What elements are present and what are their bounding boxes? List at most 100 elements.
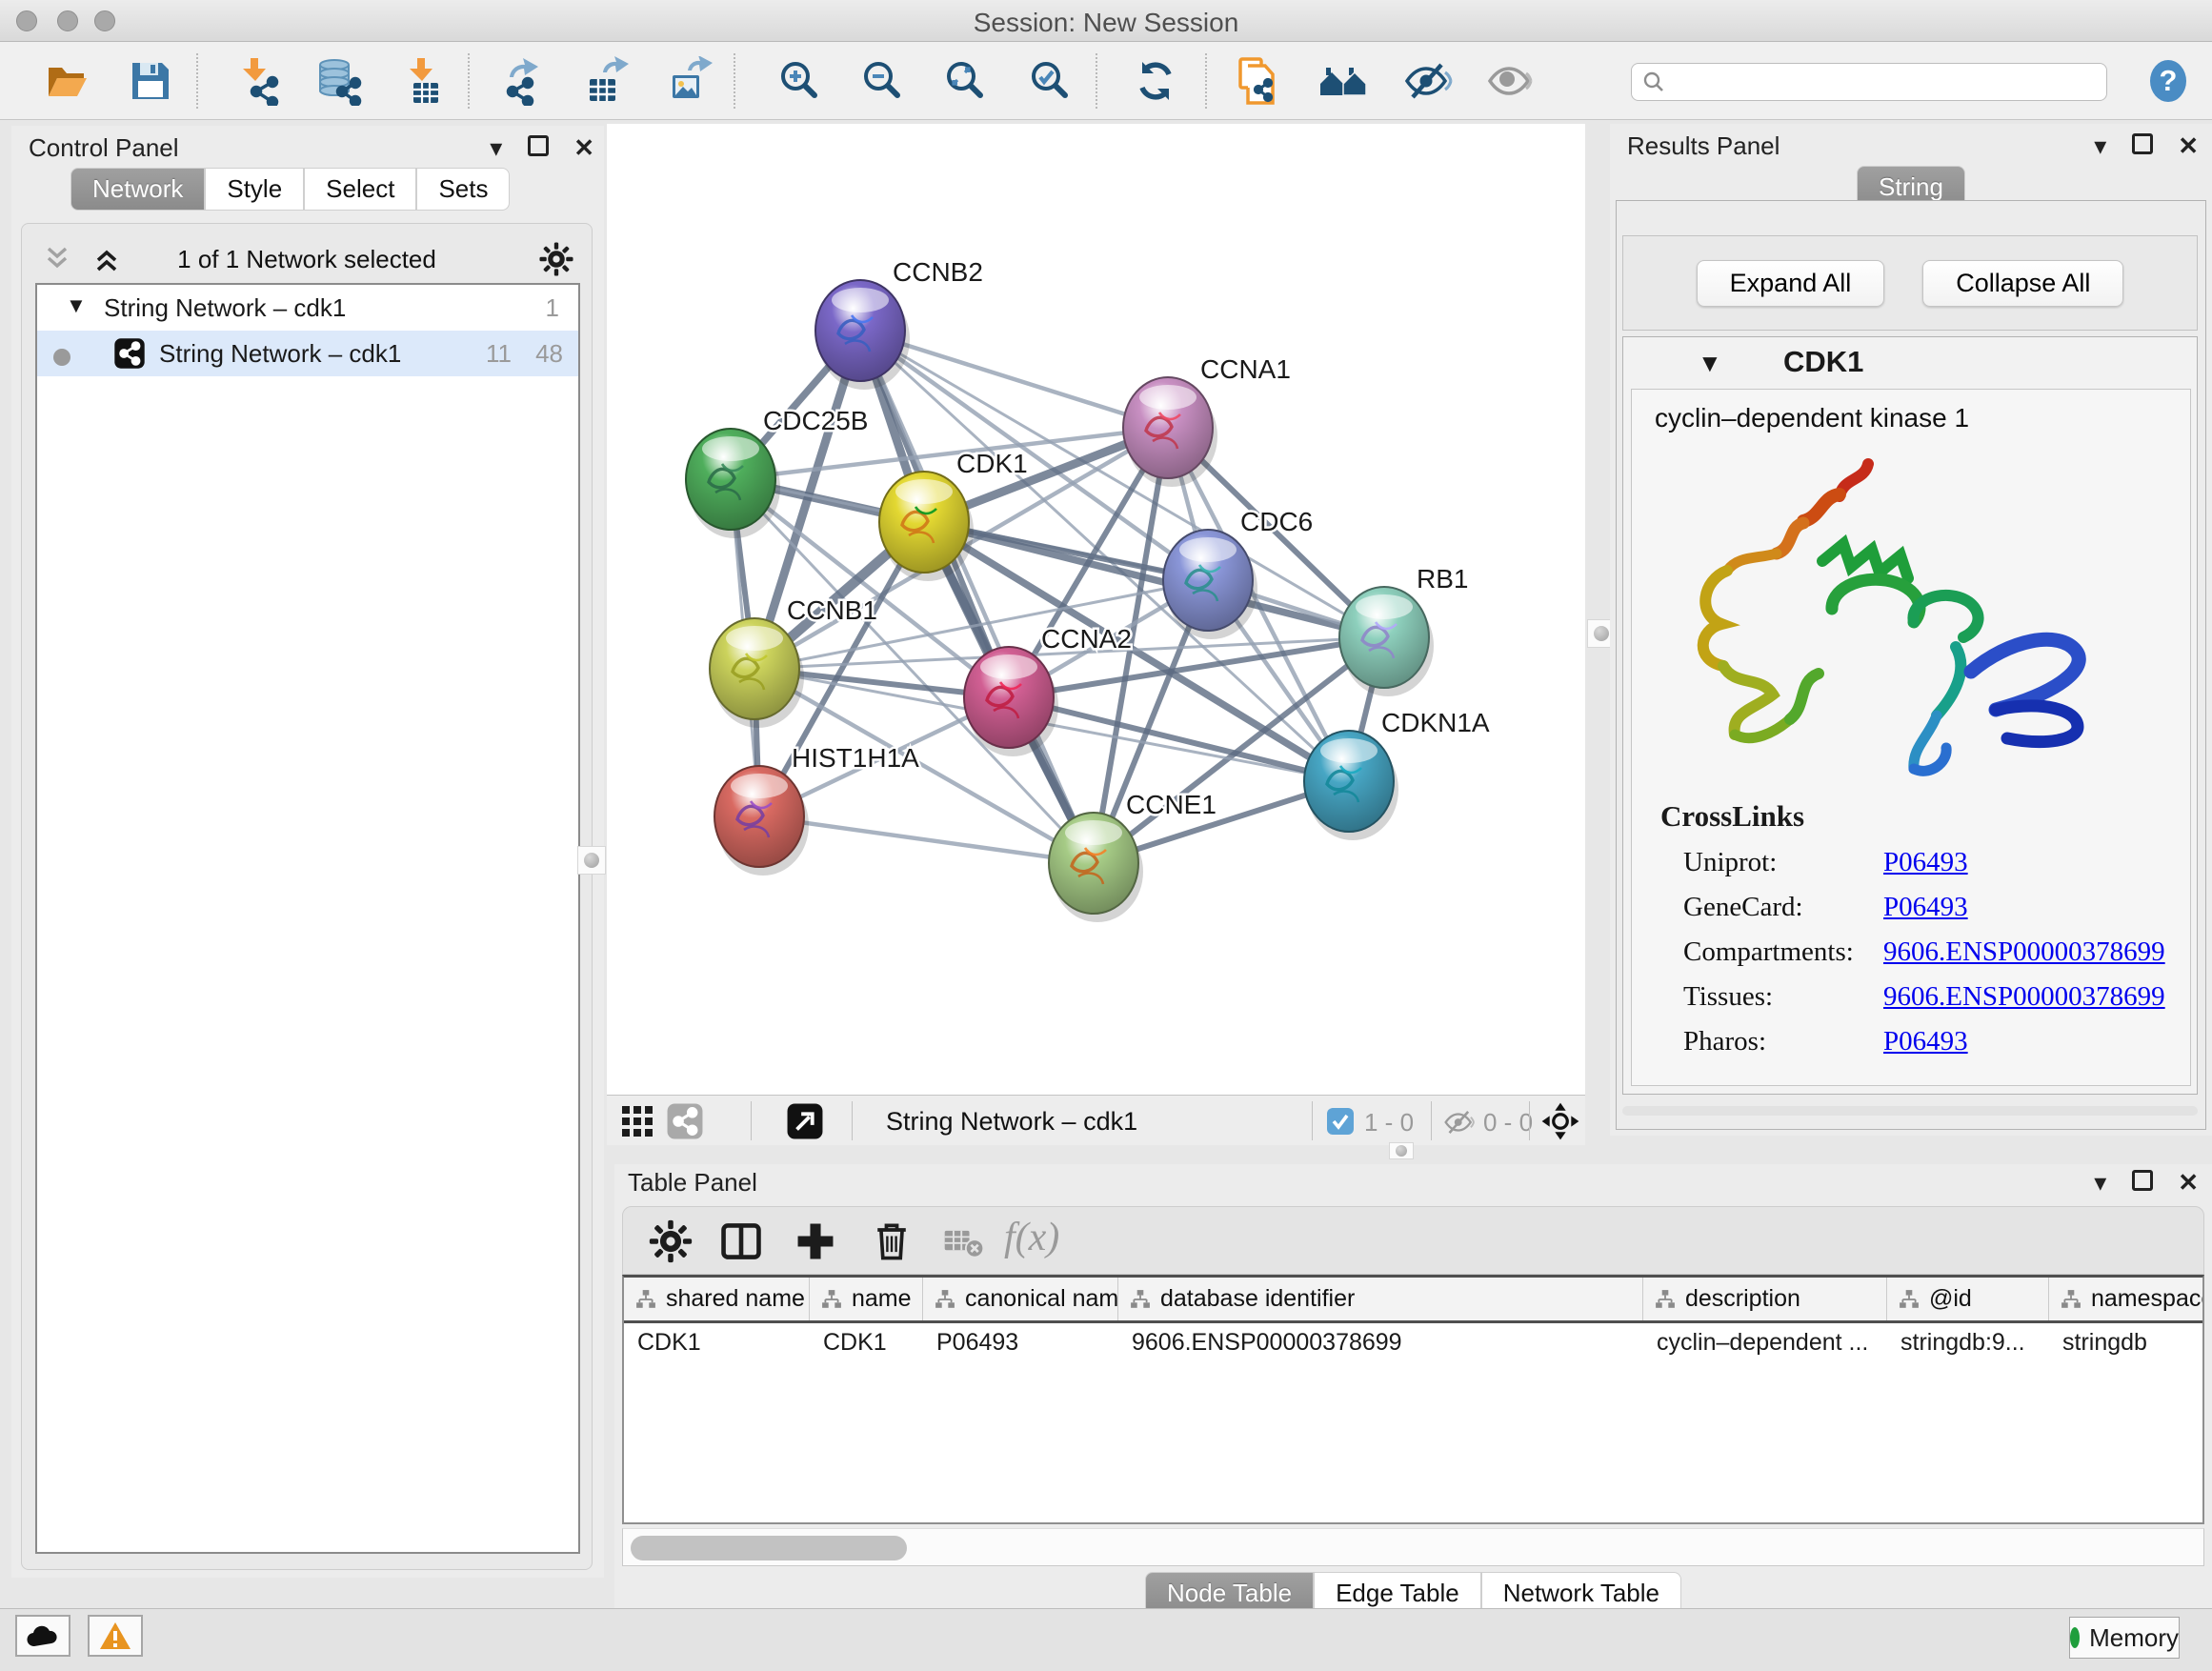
network-edge-count: 48 <box>535 339 563 369</box>
network-node-CCNB1[interactable]: CCNB1 <box>710 595 877 728</box>
clone-network-icon[interactable] <box>1235 56 1284 106</box>
table-row[interactable]: CDK1CDK1P064939606.ENSP00000378699cyclin… <box>624 1323 2202 1361</box>
help-icon[interactable]: ? <box>2143 56 2193 106</box>
zoom-out-icon[interactable] <box>858 56 908 106</box>
collection-count: 1 <box>546 293 559 323</box>
crosslink-link[interactable]: P06493 <box>1883 847 1968 878</box>
collapse-all-button[interactable]: Collapse All <box>1922 260 2123 307</box>
selected-checkbox-icon[interactable] <box>1326 1107 1355 1140</box>
cloud-status-button[interactable] <box>15 1615 70 1657</box>
column-header-description[interactable]: description <box>1643 1278 1887 1320</box>
zoom-fit-content-icon[interactable] <box>941 56 991 106</box>
gene-card-expander-icon[interactable]: ▼ <box>1698 349 1722 378</box>
tab-select[interactable]: Select <box>304 168 416 211</box>
cloud-icon <box>26 1623 60 1648</box>
network-node-CCNA1[interactable]: CCNA1 <box>1123 354 1291 487</box>
network-node-CDC6[interactable]: CDC6 <box>1163 507 1313 639</box>
column-header-canonical-name[interactable]: canonical name <box>923 1278 1118 1320</box>
open-session-icon[interactable] <box>42 56 91 106</box>
network-node-CCNB2[interactable]: CCNB2 <box>815 257 983 390</box>
table-cell: CDK1 <box>810 1323 923 1361</box>
results-panel-close-icon[interactable]: ✕ <box>2178 131 2199 161</box>
show-all-icon[interactable] <box>1486 56 1536 106</box>
network-node-HIST1H1A[interactable]: HIST1H1A <box>714 743 919 876</box>
left-splitter-handle[interactable] <box>577 846 606 875</box>
export-image-icon[interactable] <box>665 56 714 106</box>
network-view[interactable]: CCNB2CCNA1CDC25BCDK1CDC6RB1CCNB1CCNA2CDK… <box>607 124 1585 1145</box>
network-row[interactable]: String Network – cdk1 11 48 <box>37 331 578 376</box>
export-network-icon[interactable] <box>498 56 548 106</box>
results-panel-maximize-icon[interactable] <box>2132 133 2153 154</box>
toolbar-search[interactable] <box>1631 63 2107 101</box>
control-panel-title: Control Panel <box>29 133 179 163</box>
control-panel-close-icon[interactable]: ✕ <box>573 133 594 163</box>
node-navigation-crosshair-icon[interactable] <box>1540 1101 1580 1146</box>
delete-column-icon[interactable] <box>869 1218 915 1264</box>
table-horizontal-scrollbar[interactable] <box>622 1528 2204 1566</box>
control-panel-maximize-icon[interactable] <box>528 135 549 156</box>
network-node-CDKN1A[interactable]: CDKN1A <box>1304 708 1490 840</box>
hide-selected-icon[interactable] <box>1403 56 1453 106</box>
grid-mode-icon[interactable] <box>620 1104 654 1143</box>
first-neighbors-icon[interactable] <box>1319 56 1369 106</box>
node-table-grid[interactable]: shared namenamecanonical namedatabase id… <box>622 1275 2204 1524</box>
results-scrollbar[interactable] <box>1622 1106 2198 1116</box>
save-session-icon[interactable] <box>126 56 175 106</box>
column-header--id[interactable]: @id <box>1887 1278 2049 1320</box>
node-label-CCNE1: CCNE1 <box>1126 790 1217 819</box>
results-panel-float-icon[interactable]: ▾ <box>2094 131 2106 161</box>
crosslink-link[interactable]: 9606.ENSP00000378699 <box>1883 936 2165 968</box>
import-table-icon[interactable] <box>398 56 448 106</box>
table-options-gear-icon[interactable] <box>648 1218 694 1264</box>
warnings-button[interactable] <box>88 1615 143 1657</box>
show-column-icon[interactable] <box>718 1218 764 1264</box>
apply-preferred-layout-icon[interactable] <box>1131 56 1180 106</box>
zoom-in-icon[interactable] <box>775 56 825 106</box>
control-panel: Control Panel ▾ ✕ NetworkStyleSelectSets… <box>11 126 604 1578</box>
crosslink-link[interactable]: 9606.ENSP00000378699 <box>1883 981 2165 1013</box>
search-input[interactable] <box>1666 69 2076 95</box>
view-mode-share-icon[interactable] <box>666 1102 704 1145</box>
crosslink-label: GeneCard: <box>1683 892 1883 923</box>
table-scroll-thumb[interactable] <box>631 1536 907 1560</box>
table-panel-close-icon[interactable]: ✕ <box>2178 1168 2199 1198</box>
network-tree: ▼ String Network – cdk1 1 String Network… <box>35 283 580 1554</box>
network-collection-row[interactable]: ▼ String Network – cdk1 1 <box>37 285 578 331</box>
network-graph[interactable]: CCNB2CCNA1CDC25BCDK1CDC6RB1CCNB1CCNA2CDK… <box>607 124 1585 1095</box>
column-header-shared-name[interactable]: shared name <box>624 1278 810 1320</box>
crosslink-link[interactable]: P06493 <box>1883 892 1968 923</box>
column-header-name[interactable]: name <box>810 1278 923 1320</box>
crosslink-link[interactable]: P06493 <box>1883 1026 1968 1057</box>
network-node-CDK1[interactable]: CDK1 <box>879 449 1028 581</box>
table-panel-maximize-icon[interactable] <box>2132 1170 2153 1191</box>
add-column-icon[interactable] <box>793 1218 838 1264</box>
string-results-body: Expand All Collapse All ▼ CDK1 cyclin–de… <box>1616 200 2206 1130</box>
network-node-CDC25B[interactable]: CDC25B <box>686 406 868 538</box>
crosslinks-section: CrossLinks Uniprot:P06493GeneCard:P06493… <box>1660 799 2165 1071</box>
network-node-CCNE1[interactable]: CCNE1 <box>1049 790 1217 922</box>
collection-expander-icon[interactable]: ▼ <box>66 293 87 318</box>
birds-eye-view-icon[interactable] <box>786 1102 824 1145</box>
import-network-from-database-icon[interactable] <box>313 56 363 106</box>
memory-button[interactable]: Memory <box>2069 1617 2180 1659</box>
network-node-RB1[interactable]: RB1 <box>1339 564 1468 696</box>
zoom-selected-icon[interactable] <box>1026 56 1076 106</box>
node-label-CDK1: CDK1 <box>956 449 1028 478</box>
column-header-database-identifier[interactable]: database identifier <box>1118 1278 1643 1320</box>
network-edge-HIST1H1A-CCNE1[interactable] <box>759 816 1094 863</box>
tab-network[interactable]: Network <box>70 168 205 211</box>
control-panel-float-icon[interactable]: ▾ <box>490 133 502 163</box>
hidden-eye-slash-icon <box>1443 1106 1476 1143</box>
network-options-gear-icon[interactable] <box>538 241 574 282</box>
table-toolbar: f(x) <box>622 1206 2204 1275</box>
tab-style[interactable]: Style <box>205 168 304 211</box>
table-panel-float-icon[interactable]: ▾ <box>2094 1168 2106 1198</box>
bottom-splitter-handle[interactable] <box>1389 1142 1414 1159</box>
expand-all-button[interactable]: Expand All <box>1697 260 1885 307</box>
tab-sets[interactable]: Sets <box>416 168 510 211</box>
column-header-namespace[interactable]: namespace <box>2049 1278 2204 1320</box>
table-cell: stringdb <box>2049 1323 2204 1361</box>
export-table-icon[interactable] <box>582 56 632 106</box>
import-network-icon[interactable] <box>233 56 283 106</box>
crosslink-row: Compartments:9606.ENSP00000378699 <box>1683 936 2165 968</box>
